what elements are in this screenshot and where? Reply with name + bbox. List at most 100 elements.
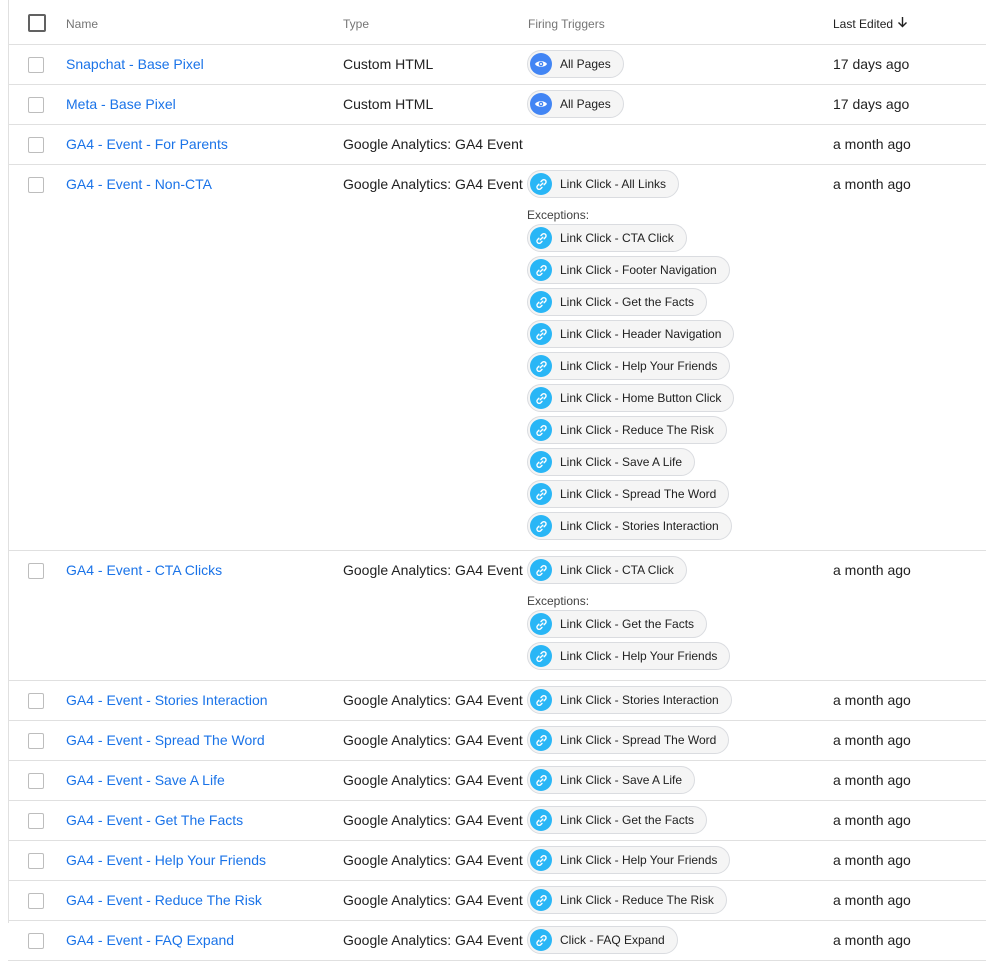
select-all-checkbox[interactable] (28, 14, 46, 32)
trigger-chip[interactable]: Link Click - Spread The Word (527, 480, 730, 508)
tag-name-link[interactable]: GA4 - Event - Spread The Word (66, 732, 265, 748)
tag-name-link[interactable]: GA4 - Event - Stories Interaction (66, 692, 268, 708)
tag-name-link[interactable]: GA4 - Event - Help Your Friends (66, 852, 266, 868)
trigger-chip[interactable]: Link Click - Stories Interaction (527, 686, 732, 714)
row-checkbox[interactable] (28, 733, 44, 749)
last-edited: a month ago (833, 176, 911, 192)
link-icon (530, 809, 552, 831)
trigger-chip-label: Link Click - Save A Life (560, 455, 683, 469)
trigger-chip-label: Click - FAQ Expand (560, 933, 665, 947)
tag-type: Google Analytics: GA4 Event (343, 932, 523, 948)
tag-name-link[interactable]: GA4 - Event - Get The Facts (66, 812, 243, 828)
tag-name-link[interactable]: GA4 - Event - Save A Life (66, 772, 225, 788)
trigger-chip[interactable]: Link Click - Spread The Word (527, 726, 730, 754)
trigger-chip-label: Link Click - Help Your Friends (560, 359, 718, 373)
link-icon (530, 227, 552, 249)
trigger-chip[interactable]: Link Click - Help Your Friends (527, 642, 731, 670)
tag-type: Google Analytics: GA4 Event (343, 852, 523, 868)
firing-triggers: Link Click - Get the Facts (527, 806, 708, 838)
table-row[interactable]: GA4 - Event - Non-CTA Google Analytics: G… (8, 165, 986, 551)
tag-name-link[interactable]: Meta - Base Pixel (66, 96, 176, 112)
firing-triggers: Link Click - Help Your Friends (527, 846, 731, 878)
tag-type: Google Analytics: GA4 Event (343, 812, 523, 828)
row-checkbox[interactable] (28, 177, 44, 193)
trigger-chip[interactable]: Link Click - Save A Life (527, 448, 696, 476)
column-header-name[interactable]: Name (66, 17, 98, 31)
trigger-chip[interactable]: Link Click - All Links (527, 170, 680, 198)
table-header: Name Type Firing Triggers Last Edited (8, 0, 986, 45)
exceptions-label: Exceptions: (527, 208, 590, 222)
table-row[interactable]: GA4 - Event - CTA Clicks Google Analytics… (8, 551, 986, 681)
column-header-last-edited[interactable]: Last Edited (833, 16, 908, 31)
table-row[interactable]: GA4 - Event - FAQ Expand Google Analytics… (8, 921, 986, 961)
row-checkbox[interactable] (28, 893, 44, 909)
trigger-chip-label: Link Click - Reduce The Risk (560, 423, 714, 437)
column-header-type[interactable]: Type (343, 17, 369, 31)
trigger-chip[interactable]: Link Click - Reduce The Risk (527, 886, 727, 914)
trigger-chip-label: Link Click - Stories Interaction (560, 693, 719, 707)
trigger-chip[interactable]: Link Click - Get the Facts (527, 288, 708, 316)
trigger-chip[interactable]: Click - FAQ Expand (527, 926, 678, 954)
tag-name-link[interactable]: GA4 - Event - For Parents (66, 136, 228, 152)
tag-name-link[interactable]: GA4 - Event - Non-CTA (66, 176, 212, 192)
tag-name-link[interactable]: GA4 - Event - Reduce The Risk (66, 892, 262, 908)
link-icon (530, 173, 552, 195)
tag-type: Google Analytics: GA4 Event (343, 176, 523, 192)
tag-name-link[interactable]: GA4 - Event - FAQ Expand (66, 932, 234, 948)
row-checkbox[interactable] (28, 97, 44, 113)
trigger-chip-label: Link Click - Spread The Word (560, 487, 717, 501)
table-row[interactable]: Meta - Base Pixel Custom HTML All Pages 17 … (8, 85, 986, 125)
trigger-chip[interactable]: Link Click - Get the Facts (527, 610, 708, 638)
table-row[interactable]: GA4 - Event - Stories Interaction Google … (8, 681, 986, 721)
table-row[interactable]: GA4 - Event - For Parents Google Analytic… (8, 125, 986, 165)
row-checkbox[interactable] (28, 813, 44, 829)
trigger-chip-label: Link Click - All Links (560, 177, 667, 191)
trigger-chip[interactable]: All Pages (527, 90, 624, 118)
table-row[interactable]: GA4 - Event - Help Your Friends Google An… (8, 841, 986, 881)
row-checkbox[interactable] (28, 137, 44, 153)
table-row[interactable]: Snapchat - Base Pixel Custom HTML All Page… (8, 45, 986, 85)
link-icon (530, 769, 552, 791)
trigger-chip[interactable]: Link Click - Home Button Click (527, 384, 735, 412)
trigger-chip[interactable]: Link Click - Stories Interaction (527, 512, 732, 540)
tag-name-link[interactable]: Snapchat - Base Pixel (66, 56, 204, 72)
row-checkbox[interactable] (28, 563, 44, 579)
row-checkbox[interactable] (28, 57, 44, 73)
table-row[interactable]: GA4 - Event - Save A Life Google Analytic… (8, 761, 986, 801)
table-row[interactable]: GA4 - Event - Get The Facts Google Analyt… (8, 801, 986, 841)
trigger-chip[interactable]: Link Click - Reduce The Risk (527, 416, 727, 444)
link-icon (530, 729, 552, 751)
trigger-chip-label: Link Click - Footer Navigation (560, 263, 717, 277)
exceptions-label: Exceptions: (527, 594, 590, 608)
row-checkbox[interactable] (28, 933, 44, 949)
trigger-chip[interactable]: Link Click - Header Navigation (527, 320, 735, 348)
firing-triggers: Link Click - Save A Life (527, 766, 696, 798)
trigger-chip[interactable]: Link Click - Get the Facts (527, 806, 708, 834)
last-edited: a month ago (833, 732, 911, 748)
trigger-chip[interactable]: Link Click - Help Your Friends (527, 846, 731, 874)
trigger-chip[interactable]: Link Click - Save A Life (527, 766, 696, 794)
last-edited: a month ago (833, 562, 911, 578)
column-header-firing-triggers: Firing Triggers (528, 17, 605, 31)
trigger-chip-label: All Pages (560, 57, 611, 71)
row-checkbox[interactable] (28, 853, 44, 869)
tag-type: Google Analytics: GA4 Event (343, 562, 523, 578)
trigger-chip[interactable]: Link Click - Help Your Friends (527, 352, 731, 380)
row-checkbox[interactable] (28, 773, 44, 789)
tag-type: Google Analytics: GA4 Event (343, 692, 523, 708)
row-checkbox[interactable] (28, 693, 44, 709)
trigger-chip-label: Link Click - Help Your Friends (560, 853, 718, 867)
trigger-chip[interactable]: Link Click - Footer Navigation (527, 256, 730, 284)
table-row[interactable]: GA4 - Event - Spread The Word Google Anal… (8, 721, 986, 761)
trigger-chip[interactable]: All Pages (527, 50, 624, 78)
trigger-chip[interactable]: Link Click - CTA Click (527, 224, 687, 252)
last-edited: a month ago (833, 812, 911, 828)
last-edited: a month ago (833, 692, 911, 708)
table-row[interactable]: GA4 - Event - Reduce The Risk Google Anal… (8, 881, 986, 921)
tags-table: Name Type Firing Triggers Last Edited Sn… (8, 0, 986, 961)
tag-name-link[interactable]: GA4 - Event - CTA Clicks (66, 562, 222, 578)
link-icon (530, 849, 552, 871)
trigger-chip-label: Link Click - Stories Interaction (560, 519, 719, 533)
last-edited: a month ago (833, 772, 911, 788)
trigger-chip[interactable]: Link Click - CTA Click (527, 556, 687, 584)
